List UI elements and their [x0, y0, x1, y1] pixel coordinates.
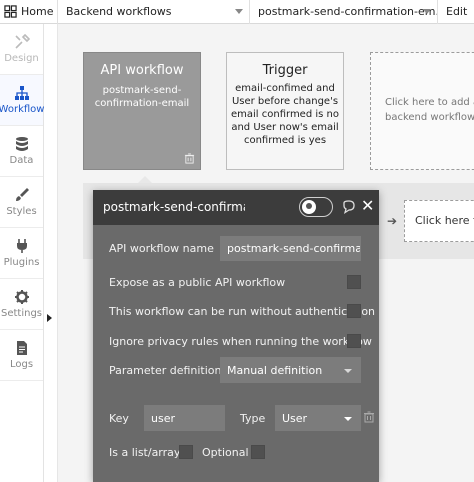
type-label: Type — [240, 412, 266, 425]
sidebar-item-label: Data — [9, 155, 34, 166]
panel-mode-toggle[interactable] — [299, 197, 333, 217]
trigger-card[interactable]: Trigger email-confimed and User before c… — [226, 52, 344, 170]
trash-icon[interactable] — [363, 411, 375, 423]
chevron-down-icon — [235, 8, 243, 14]
workflow-selector[interactable]: postmark-send-confirmation-em... — [250, 0, 438, 24]
comment-icon[interactable] — [342, 200, 356, 214]
api-workflow-card[interactable]: API workflow postmark-send-confirmation-… — [83, 52, 201, 170]
top-bar: Home Backend workflows postmark-send-con… — [0, 0, 474, 24]
workflow-name-label: API workflow name — [109, 242, 214, 255]
type-dropdown-value: User — [282, 411, 308, 425]
add-step-card[interactable]: Click here to — [404, 200, 474, 242]
design-tools-icon — [14, 34, 30, 49]
sidebar-item-logs[interactable]: Logs — [0, 330, 43, 381]
database-icon — [15, 137, 28, 151]
parameter-definition-value: Manual definition — [227, 363, 323, 377]
selection-pointer — [138, 176, 152, 183]
sidebar-item-label: Styles — [6, 206, 37, 217]
page-selector-value: Backend workflows — [66, 5, 172, 18]
document-icon — [16, 341, 27, 355]
parameter-definition-dropdown[interactable]: Manual definition — [220, 357, 361, 383]
sidebar-item-label: Design — [4, 53, 39, 64]
workflow-name-input[interactable]: postmark-send-confirmation — [220, 236, 361, 261]
add-card-line-2: backend workflow... — [385, 112, 474, 123]
sidebar-item-label: Plugins — [3, 257, 40, 268]
run-without-auth-checkbox[interactable] — [347, 304, 361, 318]
plug-icon — [16, 239, 27, 253]
property-editor-panel: postmark-send-confirma ✕ API workflow na… — [93, 190, 379, 482]
step-arrow-icon: ➔ — [387, 214, 398, 228]
trash-icon[interactable] — [184, 153, 195, 164]
chevron-down-icon — [423, 8, 431, 14]
home-grid-icon — [4, 5, 17, 18]
expose-public-label: Expose as a public API workflow — [109, 276, 286, 289]
is-list-checkbox[interactable] — [179, 445, 193, 459]
sidebar-expand-arrow-icon[interactable] — [47, 314, 52, 322]
run-without-auth-label: This workflow can be run without authent… — [109, 305, 376, 318]
home-button[interactable]: Home — [0, 0, 58, 24]
key-label: Key — [109, 412, 129, 425]
parameter-definition-label: Parameter definition — [109, 364, 222, 377]
user-avatar-icon — [302, 200, 316, 214]
trigger-card-condition: email-confimed and User before change's … — [231, 83, 339, 146]
edit-menu[interactable]: Edit — [438, 5, 467, 18]
expose-public-checkbox[interactable] — [347, 275, 361, 289]
ignore-privacy-checkbox[interactable] — [347, 334, 361, 348]
optional-checkbox[interactable] — [251, 445, 265, 459]
panel-header[interactable]: postmark-send-confirma ✕ — [93, 190, 379, 225]
sidebar-item-label: Settings — [0, 308, 42, 319]
page-selector[interactable]: Backend workflows — [58, 0, 250, 24]
sidebar-item-settings[interactable]: Settings — [0, 279, 43, 330]
chevron-down-icon — [344, 369, 352, 373]
sidebar-item-design[interactable]: Design — [0, 24, 43, 75]
sidebar-item-plugins[interactable]: Plugins — [0, 228, 43, 279]
app-window: Home Backend workflows postmark-send-con… — [0, 0, 474, 482]
sidebar-item-data[interactable]: Data — [0, 126, 43, 177]
optional-label: Optional — [202, 446, 249, 459]
brush-icon — [15, 188, 29, 201]
sidebar-item-workflow[interactable]: Workflow — [0, 75, 45, 126]
left-sidebar: Design Workflow Data Styles Plugins Sett… — [0, 24, 44, 482]
sidebar-item-label: Logs — [9, 359, 34, 370]
api-workflow-card-title: API workflow — [100, 63, 184, 78]
workflow-tree-icon — [14, 86, 29, 100]
type-dropdown[interactable]: User — [275, 405, 361, 431]
sidebar-item-label: Workflow — [0, 104, 45, 115]
key-input[interactable]: user — [144, 405, 225, 431]
trigger-card-title: Trigger — [262, 63, 308, 78]
caret-down-icon — [344, 417, 352, 421]
api-workflow-card-name: postmark-send-confirmation-email — [94, 85, 190, 109]
panel-title: postmark-send-confirma — [103, 200, 245, 214]
workflow-selector-value: postmark-send-confirmation-em... — [258, 5, 438, 18]
is-list-label: Is a list/array — [109, 446, 181, 459]
add-backend-workflow-card[interactable]: Click here to add a backend workflow... — [370, 52, 474, 170]
add-card-line-1: Click here to add a — [385, 97, 474, 108]
sidebar-item-styles[interactable]: Styles — [0, 177, 43, 228]
home-label: Home — [21, 5, 54, 18]
close-icon[interactable]: ✕ — [361, 198, 375, 214]
ignore-privacy-label: Ignore privacy rules when running the wo… — [109, 335, 372, 348]
gear-icon — [14, 290, 29, 304]
